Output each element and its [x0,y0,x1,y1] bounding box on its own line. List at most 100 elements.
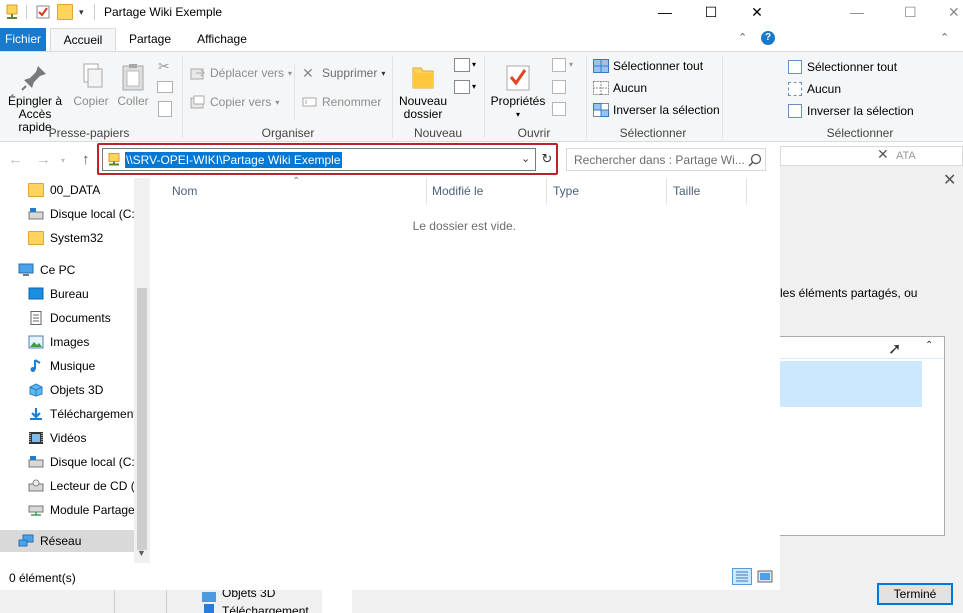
new-item-dropdown-icon[interactable]: ▾ [472,60,476,69]
rename-button[interactable]: Renommer [302,95,381,109]
column-header-name[interactable]: Nom [172,184,197,198]
nav-item-objets-3d[interactable]: Objets 3D [0,379,134,401]
minimize-button[interactable]: — [642,0,688,25]
move-to-button[interactable]: Déplacer vers ▾ [190,66,292,80]
recent-locations-icon[interactable]: ▾ [61,156,65,165]
strip-divider [114,590,115,613]
back-arrow-icon[interactable]: ← [8,151,23,168]
paste-button[interactable]: Coller [114,62,152,108]
background-address-text: ATA [896,150,916,162]
refresh-button[interactable]: ↻ [537,148,557,171]
strip-item-downloads: Téléchargement [222,604,309,613]
up-arrow-icon[interactable]: ↑ [82,151,90,168]
paste-shortcut-icon[interactable] [158,101,172,117]
nav-item-videos[interactable]: Vidéos [0,427,134,449]
nav-item-telechargements[interactable]: Téléchargements [0,403,134,425]
column-header-size[interactable]: Taille [673,184,700,198]
background-minimize-button[interactable]: — [850,4,864,20]
nav-item-images[interactable]: Images [0,331,134,353]
nav-item-documents[interactable]: Documents [0,307,134,329]
search-icon[interactable] [747,152,763,168]
address-dropdown-icon[interactable]: ⌄ [521,152,530,165]
select-none-button[interactable]: Aucun [593,81,647,95]
background-select-all-button[interactable]: Sélectionner tout [788,60,897,74]
open-icon[interactable] [552,58,566,72]
copy-path-icon[interactable] [157,81,173,93]
copy-button[interactable]: Copier [70,62,112,108]
done-button[interactable]: Terminé [877,583,953,605]
close-button[interactable]: ✕ [734,0,780,25]
properties-qa-icon[interactable] [35,4,51,20]
nav-pane-scrollbar[interactable]: ▼ [134,178,150,563]
properties-icon [503,62,533,92]
network-icon [18,534,34,548]
background-select-none-button[interactable]: Aucun [788,82,841,96]
scroll-down-icon[interactable]: ▼ [137,548,146,558]
column-header-modified[interactable]: Modifié le [432,184,483,198]
ribbon: Épingler à Accès rapide Copier Coller ✂ … [0,51,780,142]
delete-button[interactable]: ✕ Supprimer ▾ [302,66,385,80]
column-header-type[interactable]: Type [553,184,579,198]
dialog-list[interactable]: ⌃ ➚ [780,336,945,536]
scrollbar-thumb[interactable] [137,288,147,550]
nav-item-module-partage[interactable]: Module Partage [0,499,134,521]
tab-partage[interactable]: Partage [120,28,180,51]
nav-item-bureau[interactable]: Bureau [0,283,134,305]
address-path: \\SRV-OPEI-WIKI\Partage Wiki Exemple [125,152,342,168]
dialog-list-selected-row[interactable] [780,361,922,407]
nav-item-label: System32 [50,231,104,245]
forward-arrow-icon[interactable]: → [36,151,51,168]
background-close-button[interactable]: ✕ [948,4,960,21]
quick-access-toolbar: ▾ [4,4,84,20]
properties-button[interactable]: Propriétés ▾ [490,62,546,121]
copy-to-button[interactable]: Copier vers ▾ [190,95,279,109]
computer-icon [18,263,34,277]
file-list[interactable]: ⌃ Nom Modifié le Type Taille Le dossier … [150,176,780,563]
new-folder-button[interactable]: Nouveau dossier [398,62,448,121]
background-address-bar[interactable]: ✕ ATA [780,146,963,166]
invert-selection-button[interactable]: Inverser la sélection [593,103,720,117]
nav-item-ce-pc[interactable]: Ce PC [0,259,134,281]
background-invert-selection-button[interactable]: Inverser la sélection [788,104,914,118]
new-item-icon[interactable] [454,58,470,72]
edit-icon[interactable] [552,80,566,94]
maximize-button[interactable]: ☐ [688,0,734,25]
tab-fichier[interactable]: Fichier [0,28,46,51]
nav-item-system32[interactable]: System32 [0,227,134,249]
collapse-ribbon-icon[interactable]: ⌃ [738,31,747,44]
nav-item-reseau[interactable]: Réseau [0,530,134,552]
background-chevron-up-icon[interactable]: ⌃ [940,31,949,44]
nav-item-disque-local[interactable]: Disque local (C:) [0,203,134,225]
nav-item-00-data[interactable]: 00_DATA [0,179,134,201]
pin-quick-access-button[interactable]: Épingler à Accès rapide [4,62,66,134]
history-icon[interactable] [552,102,566,116]
new-folder-qa-icon[interactable] [57,4,73,20]
dialog-collapse-icon[interactable]: ⌃ [925,340,933,351]
select-all-button[interactable]: Sélectionner tout [593,59,703,73]
qa-customize-icon[interactable]: ▾ [79,7,84,18]
rename-icon [302,95,318,109]
details-view-icon[interactable] [732,568,752,585]
column-divider [426,178,427,204]
search-box[interactable]: Rechercher dans : Partage Wi... [566,148,766,171]
background-maximize-button[interactable]: ☐ [904,4,917,21]
background-clear-icon[interactable]: ✕ [877,146,889,163]
cut-icon[interactable]: ✂ [158,58,170,75]
help-icon[interactable]: ? [761,31,775,45]
dialog-close-icon[interactable]: ✕ [943,170,956,190]
tab-accueil[interactable]: Accueil [50,28,116,51]
copy-icon [76,62,106,92]
network-drive-icon [28,503,44,517]
easy-access-icon[interactable] [454,80,470,94]
nav-item-lecteur-cd[interactable]: Lecteur de CD (D:) [0,475,134,497]
nav-item-label: Documents [50,311,111,325]
nav-item-disque-local-2[interactable]: Disque local (C:) [0,451,134,473]
easy-access-dropdown-icon[interactable]: ▾ [472,82,476,91]
column-divider [746,178,747,204]
nav-item-musique[interactable]: Musique [0,355,134,377]
address-bar[interactable]: \\SRV-OPEI-WIKI\Partage Wiki Exemple ⌄ [102,148,536,171]
large-icons-view-icon[interactable] [756,568,774,585]
open-dropdown-icon[interactable]: ▾ [569,60,573,69]
group-divider [392,56,393,138]
tab-affichage[interactable]: Affichage [186,28,258,51]
